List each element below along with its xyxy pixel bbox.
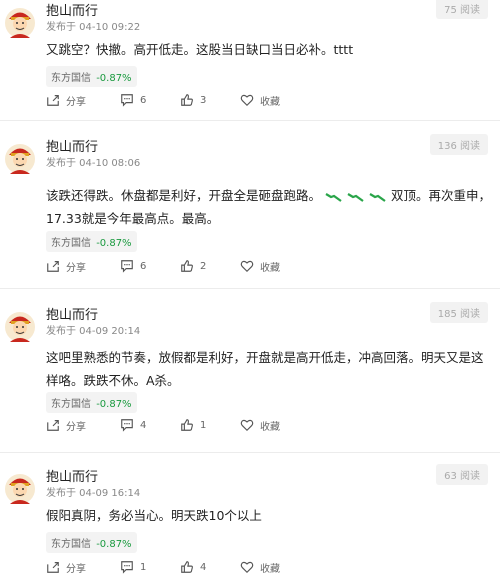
stock-change: -0.87% [96, 238, 132, 249]
like-count: 1 [200, 419, 207, 431]
avatar[interactable] [4, 142, 36, 174]
comment-icon [121, 561, 133, 574]
thumbs-up-icon [181, 94, 193, 106]
favorite-button[interactable]: 收藏 [240, 257, 280, 275]
comment-icon [121, 419, 133, 432]
share-label: 分享 [66, 96, 86, 108]
stock-change: -0.87% [96, 73, 132, 84]
comment-button[interactable]: 4 [120, 416, 146, 434]
action-bar: 分享 6 2 收藏 [46, 257, 500, 275]
author-name[interactable]: 抱山而行 [46, 304, 98, 323]
share-button[interactable]: 分享 [46, 91, 86, 109]
post-content[interactable]: 这吧里熟悉的节奏，放假都是利好，开盘就是高开低走，冲高回落。明天又是这样咯。跌跌… [46, 346, 492, 392]
read-count-badge: 136 阅读 [429, 134, 488, 155]
like-button[interactable]: 2 [180, 257, 206, 275]
post-time: 发布于 04-10 09:22 [46, 22, 141, 33]
author-name[interactable]: 抱山而行 [46, 466, 98, 485]
share-icon [47, 95, 59, 106]
stock-name: 东方国信 [51, 238, 91, 249]
post-time: 发布于 04-09 16:14 [46, 488, 141, 499]
favorite-button[interactable]: 收藏 [240, 558, 280, 576]
heart-icon [240, 260, 254, 273]
like-button[interactable]: 3 [180, 91, 206, 109]
post-time: 发布于 04-10 08:06 [46, 158, 141, 169]
share-button[interactable]: 分享 [46, 257, 86, 275]
share-label: 分享 [66, 563, 86, 575]
post-card: 抱山而行 发布于 04-10 09:22 75 阅读 又跳空？快撤。高开低走。这… [0, 0, 500, 121]
thumbs-up-icon [181, 260, 193, 272]
comment-button[interactable]: 6 [120, 91, 146, 109]
heart-icon [240, 94, 254, 107]
stock-name: 东方国信 [51, 399, 91, 410]
share-button[interactable]: 分享 [46, 558, 86, 576]
share-label: 分享 [66, 421, 86, 433]
post-card: 抱山而行 发布于 04-10 08:06 136 阅读 该跌还得跌。休盘都是利好… [0, 134, 500, 289]
read-count-badge: 185 阅读 [429, 302, 488, 323]
comment-icon [121, 260, 133, 273]
like-button[interactable]: 1 [180, 416, 206, 434]
post-feed: 抱山而行 发布于 04-10 09:22 75 阅读 又跳空？快撤。高开低走。这… [0, 0, 500, 582]
thumbs-up-icon [181, 419, 193, 431]
favorite-label: 收藏 [260, 563, 280, 575]
comment-button[interactable]: 6 [120, 257, 146, 275]
share-button[interactable]: 分享 [46, 416, 86, 434]
like-button[interactable]: 4 [180, 558, 206, 576]
share-label: 分享 [66, 262, 86, 274]
post-content-part: 该跌还得跌。休盘都是利好，开盘全是砸盘跑路。 [46, 188, 322, 203]
share-icon [47, 261, 59, 272]
post-card: 抱山而行 发布于 04-09 16:14 63 阅读 假阳真阴，务必当心。明天跌… [0, 464, 500, 582]
stock-tag[interactable]: 东方国信 -0.87% [46, 392, 137, 413]
comment-count: 1 [140, 561, 147, 573]
like-count: 2 [200, 260, 207, 272]
favorite-label: 收藏 [260, 262, 280, 274]
favorite-button[interactable]: 收藏 [240, 416, 280, 434]
stock-tag[interactable]: 东方国信 -0.87% [46, 231, 137, 252]
share-icon [47, 562, 59, 573]
falling-arrow-emoji [325, 192, 342, 202]
stock-change: -0.87% [96, 539, 132, 550]
post-content[interactable]: 该跌还得跌。休盘都是利好，开盘全是砸盘跑路。 双顶。再次重申，17.33就是今年… [46, 184, 492, 230]
action-bar: 分享 4 1 收藏 [46, 416, 500, 434]
author-name[interactable]: 抱山而行 [46, 0, 98, 19]
stock-tag[interactable]: 东方国信 -0.87% [46, 66, 137, 87]
falling-arrow-emoji [347, 192, 364, 202]
thumbs-up-icon [181, 561, 193, 573]
read-count-badge: 75 阅读 [436, 0, 488, 19]
comment-icon [121, 94, 133, 107]
avatar[interactable] [4, 6, 36, 38]
comment-button[interactable]: 1 [120, 558, 146, 576]
heart-icon [240, 419, 254, 432]
action-bar: 分享 6 3 收藏 [46, 91, 500, 109]
favorite-label: 收藏 [260, 421, 280, 433]
like-count: 3 [200, 94, 207, 106]
action-bar: 分享 1 4 收藏 [46, 558, 500, 576]
comment-count: 6 [140, 94, 147, 106]
stock-name: 东方国信 [51, 539, 91, 550]
avatar[interactable] [4, 310, 36, 342]
favorite-button[interactable]: 收藏 [240, 91, 280, 109]
post-content[interactable]: 又跳空？快撤。高开低走。这股当日缺口当日必补。tttt [46, 38, 492, 61]
post-time: 发布于 04-09 20:14 [46, 326, 141, 337]
avatar[interactable] [4, 472, 36, 504]
author-name[interactable]: 抱山而行 [46, 136, 98, 155]
falling-arrow-emoji [369, 192, 386, 202]
favorite-label: 收藏 [260, 96, 280, 108]
read-count-badge: 63 阅读 [436, 464, 488, 485]
post-card: 抱山而行 发布于 04-09 20:14 185 阅读 这吧里熟悉的节奏，放假都… [0, 302, 500, 453]
comment-count: 6 [140, 260, 147, 272]
comment-count: 4 [140, 419, 147, 431]
post-content[interactable]: 假阳真阴，务必当心。明天跌10个以上 [46, 504, 492, 527]
stock-change: -0.87% [96, 399, 132, 410]
stock-tag[interactable]: 东方国信 -0.87% [46, 532, 137, 553]
stock-name: 东方国信 [51, 73, 91, 84]
heart-icon [240, 561, 254, 574]
share-icon [47, 420, 59, 431]
like-count: 4 [200, 561, 207, 573]
